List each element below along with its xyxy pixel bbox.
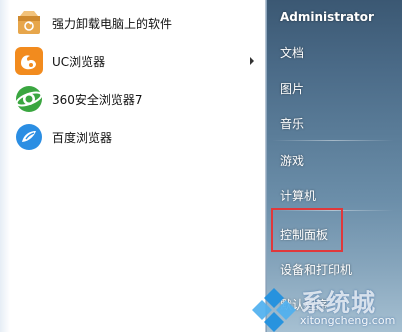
pictures-link[interactable]: 图片: [280, 80, 304, 97]
program-label: UC浏览器: [52, 54, 106, 69]
program-label: 360安全浏览器7: [52, 92, 143, 107]
program-item-360-browser[interactable]: 360安全浏览器7: [14, 80, 262, 118]
watermark-brand-text: 系统城: [301, 289, 376, 317]
documents-link[interactable]: 文档: [280, 44, 304, 61]
windows-logo-watermark-icon: [252, 288, 296, 332]
watermark-site-text: xitongcheng.com: [300, 314, 396, 327]
submenu-arrow-icon[interactable]: [250, 57, 254, 65]
music-link[interactable]: 音乐: [280, 115, 304, 132]
baidu-browser-icon: [14, 122, 44, 152]
devices-printers-link[interactable]: 设备和打印机: [280, 261, 352, 278]
games-link[interactable]: 游戏: [280, 152, 304, 169]
360-browser-icon: [14, 84, 44, 114]
program-item-baidu-browser[interactable]: 百度浏览器: [14, 118, 262, 156]
computer-link[interactable]: 计算机: [280, 187, 316, 204]
control-panel-highlight-box: [271, 208, 343, 252]
uc-browser-icon: [14, 46, 44, 76]
user-name-link[interactable]: Administrator: [280, 10, 374, 24]
places-separator: [272, 140, 394, 141]
program-item-uc-browser[interactable]: UC浏览器: [14, 42, 262, 80]
uninstaller-box-icon: [14, 8, 44, 38]
program-label: 强力卸载电脑上的软件: [52, 16, 173, 31]
program-item-uninstaller[interactable]: 强力卸载电脑上的软件: [14, 4, 262, 42]
start-menu: 强力卸载电脑上的软件 UC浏览器 360安全浏览器7 百度浏览器 Adminis…: [0, 0, 402, 332]
program-label: 百度浏览器: [52, 130, 113, 145]
programs-pane: 强力卸载电脑上的软件 UC浏览器 360安全浏览器7 百度浏览器: [0, 0, 266, 332]
